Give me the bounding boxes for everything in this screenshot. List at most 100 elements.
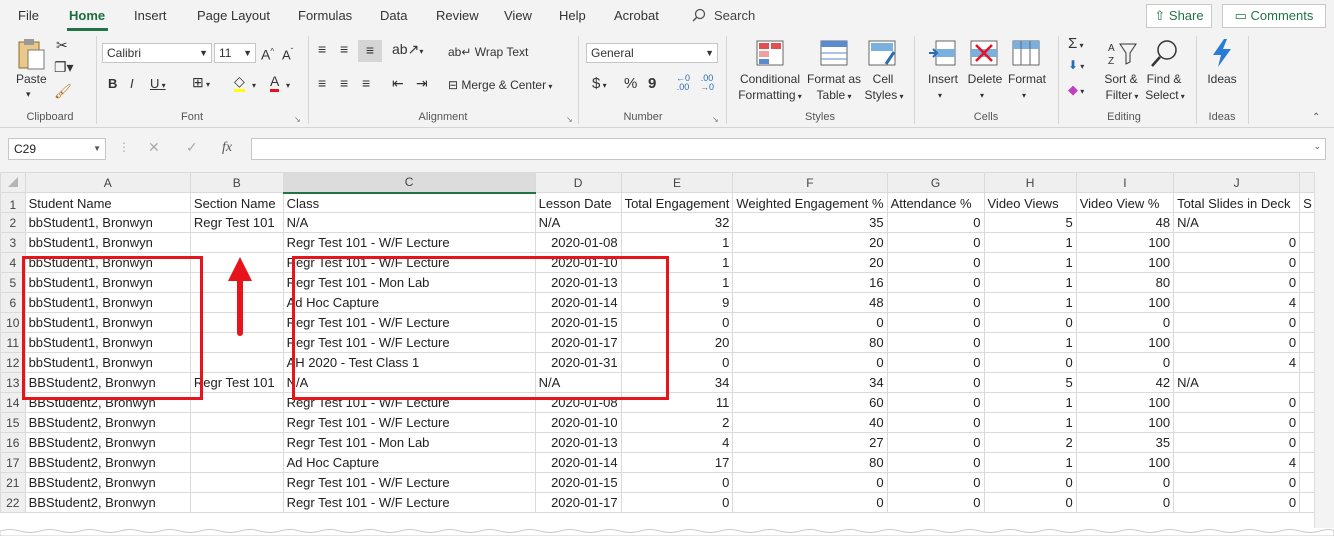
cell[interactable]: 0: [732, 492, 888, 513]
underline-icon[interactable]: U ▾: [150, 76, 166, 93]
align-right-icon[interactable]: ≡: [362, 76, 370, 91]
cell[interactable]: 0: [886, 492, 985, 513]
font-name-box[interactable]: Calibri ▼: [102, 43, 212, 63]
cell[interactable]: 0: [1075, 472, 1175, 493]
cell[interactable]: 0: [620, 492, 734, 513]
format-as-table-label[interactable]: Format as: [806, 72, 862, 87]
cell[interactable]: 0: [886, 412, 985, 433]
cell[interactable]: 0: [1075, 352, 1175, 373]
cell[interactable]: 0: [1173, 472, 1301, 493]
conditional-formatting-icon[interactable]: [756, 40, 784, 66]
cell-styles-icon[interactable]: [868, 40, 896, 66]
bold-icon[interactable]: B: [108, 76, 117, 91]
cell[interactable]: Regr Test 101: [189, 372, 284, 393]
column-header-j[interactable]: J: [1173, 172, 1301, 193]
tab-help[interactable]: Help: [559, 8, 586, 23]
cell[interactable]: BBStudent2, Bronwyn: [24, 432, 191, 453]
cell[interactable]: BBStudent2, Bronwyn: [24, 452, 191, 473]
cell[interactable]: 1: [983, 412, 1077, 433]
column-header-d[interactable]: D: [534, 172, 622, 193]
decrease-indent-icon[interactable]: ⇤: [392, 76, 404, 91]
cell[interactable]: 4: [1173, 452, 1301, 473]
column-header-a[interactable]: A: [24, 172, 191, 193]
cell[interactable]: 0: [886, 272, 985, 293]
cell[interactable]: 0: [1173, 272, 1301, 293]
chevron-down-icon[interactable]: ▾: [1022, 88, 1026, 103]
cell[interactable]: 0: [983, 352, 1077, 373]
delete-cells-icon[interactable]: [970, 40, 998, 66]
cell[interactable]: Regr Test 101 - Mon Lab: [282, 432, 536, 453]
vertical-scrollbar[interactable]: [1314, 172, 1334, 536]
row-header[interactable]: 2: [0, 212, 26, 233]
increase-decimal-icon[interactable]: ←0.00: [676, 74, 690, 92]
collapse-ribbon-icon[interactable]: ⌃: [1312, 110, 1320, 125]
insert-button[interactable]: Insert: [922, 72, 964, 87]
fill-color-icon[interactable]: ◇: [234, 74, 245, 92]
row-header[interactable]: 22: [0, 492, 26, 513]
cell[interactable]: 1: [983, 392, 1077, 413]
cell[interactable]: 2020-01-08: [534, 232, 622, 253]
cell[interactable]: 2: [620, 412, 734, 433]
format-button[interactable]: Format: [1004, 72, 1050, 87]
column-header-b[interactable]: B: [189, 172, 284, 193]
cell[interactable]: Regr Test 101 - W/F Lecture: [282, 412, 536, 433]
cell[interactable]: 0: [1173, 332, 1301, 353]
cell-styles-label-2[interactable]: Styles ▾: [860, 88, 908, 104]
cell[interactable]: bbStudent1, Bronwyn: [24, 232, 191, 253]
tab-review[interactable]: Review: [436, 8, 479, 23]
column-header-e[interactable]: E: [620, 172, 734, 193]
column-header-h[interactable]: H: [983, 172, 1077, 193]
currency-icon[interactable]: $ ▾: [592, 76, 607, 93]
ideas-button[interactable]: Ideas: [1202, 72, 1242, 87]
cell[interactable]: 48: [1075, 212, 1175, 233]
cell[interactable]: 0: [732, 312, 888, 333]
formula-input[interactable]: ⌄: [251, 138, 1326, 160]
sort-filter-icon[interactable]: AZ: [1108, 40, 1138, 66]
cell[interactable]: 2020-01-10: [534, 412, 622, 433]
cell[interactable]: 0: [983, 492, 1077, 513]
cancel-icon[interactable]: ✕: [148, 140, 160, 155]
chevron-down-icon[interactable]: ▾: [286, 78, 290, 93]
conditional-formatting-label[interactable]: Conditional: [734, 72, 806, 87]
paste-button[interactable]: Paste: [16, 72, 47, 87]
format-as-table-label-2[interactable]: Table ▾: [806, 88, 862, 104]
cell[interactable]: 20: [732, 252, 888, 273]
cell[interactable]: 2020-01-15: [534, 472, 622, 493]
tab-formulas[interactable]: Formulas: [298, 8, 352, 23]
wrap-text-button[interactable]: ab↵ Wrap Text: [448, 45, 528, 60]
find-select-icon[interactable]: [1150, 38, 1180, 68]
cell[interactable]: 34: [732, 372, 888, 393]
percent-icon[interactable]: %: [624, 76, 637, 91]
cell[interactable]: 0: [886, 232, 985, 253]
cell[interactable]: [189, 352, 284, 373]
cell[interactable]: 0: [886, 212, 985, 233]
cell[interactable]: 0: [620, 472, 734, 493]
header-cell[interactable]: Class: [282, 192, 536, 213]
cell[interactable]: 2: [983, 432, 1077, 453]
cell[interactable]: Ad Hoc Capture: [282, 452, 536, 473]
chevron-down-icon[interactable]: ▾: [938, 88, 942, 103]
cell[interactable]: 100: [1075, 232, 1175, 253]
ideas-lightning-icon[interactable]: [1210, 38, 1234, 68]
row-header[interactable]: 3: [0, 232, 26, 253]
cell[interactable]: 0: [1173, 492, 1301, 513]
cell[interactable]: 0: [732, 352, 888, 373]
dialog-launcher-icon[interactable]: ↘: [566, 112, 573, 127]
clear-icon[interactable]: ◆ ▾: [1068, 82, 1084, 99]
conditional-formatting-label-2[interactable]: Formatting ▾: [734, 88, 806, 104]
cell[interactable]: 1: [620, 232, 734, 253]
chevron-down-icon[interactable]: ▾: [252, 78, 256, 93]
orientation-icon[interactable]: ab↗▾: [392, 42, 423, 59]
cell[interactable]: 0: [983, 472, 1077, 493]
cell[interactable]: 32: [620, 212, 734, 233]
cell[interactable]: 27: [732, 432, 888, 453]
format-cells-icon[interactable]: [1012, 40, 1040, 66]
row-header[interactable]: 16: [0, 432, 26, 453]
column-header-f[interactable]: F: [732, 172, 888, 193]
row-header[interactable]: 1: [0, 192, 26, 213]
cell[interactable]: [189, 412, 284, 433]
cell[interactable]: [189, 472, 284, 493]
cell[interactable]: 2020-01-14: [534, 452, 622, 473]
cell[interactable]: 0: [1173, 392, 1301, 413]
fill-icon[interactable]: ⬇ ▾: [1068, 58, 1084, 74]
